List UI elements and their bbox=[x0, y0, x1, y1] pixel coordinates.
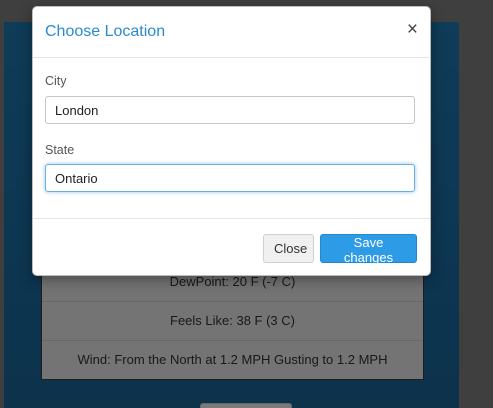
state-input[interactable] bbox=[45, 164, 415, 192]
close-icon[interactable]: × bbox=[407, 20, 418, 39]
choose-location-dialog: Choose Location × City State Close Save … bbox=[32, 6, 431, 276]
modal-header: Choose Location × bbox=[33, 7, 430, 58]
page: DewPoint: 20 F (-7 C) Feels Like: 38 F (… bbox=[0, 0, 493, 408]
modal-title: Choose Location bbox=[45, 23, 166, 40]
save-changes-button[interactable]: Save changes bbox=[320, 234, 417, 265]
close-button[interactable]: Close bbox=[263, 234, 314, 263]
city-label: City bbox=[45, 74, 67, 88]
city-input[interactable] bbox=[45, 96, 415, 124]
modal-body: City State bbox=[33, 58, 430, 219]
state-label: State bbox=[45, 143, 75, 157]
modal-footer: Close Save changes bbox=[33, 219, 430, 275]
